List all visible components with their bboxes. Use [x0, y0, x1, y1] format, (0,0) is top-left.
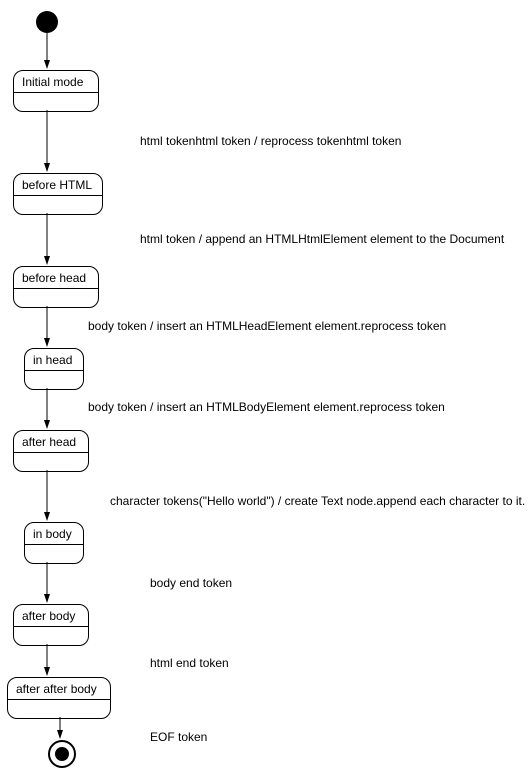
state-before-html: before HTML	[13, 173, 103, 215]
state-in-body: in body	[24, 522, 84, 564]
state-after-body: after body	[13, 604, 89, 646]
transition-label: html end token	[150, 656, 229, 670]
transition-label: body token / insert an HTMLBodyElement e…	[88, 400, 445, 414]
transition-label: character tokens("Hello world") / create…	[110, 494, 525, 508]
initial-pseudostate	[36, 11, 58, 33]
transition-label: body token / insert an HTMLHeadElement e…	[88, 319, 446, 333]
transition-label: html tokenhtml token / reprocess tokenht…	[140, 134, 401, 148]
state-before-head: before head	[13, 266, 99, 308]
state-after-after-body: after after body	[7, 677, 111, 719]
final-state	[48, 740, 76, 768]
state-label: after after body	[16, 682, 102, 699]
state-label: in body	[33, 527, 75, 544]
state-label: before HTML	[22, 178, 94, 195]
transition-label: body end token	[150, 576, 232, 590]
transition-label: EOF token	[150, 730, 207, 744]
transition-label: html token / append an HTMLHtmlElement e…	[140, 232, 504, 246]
state-in-head: in head	[24, 348, 84, 390]
state-label: after head	[22, 435, 80, 452]
state-initial-mode: Initial mode	[13, 70, 99, 112]
state-label: in head	[33, 353, 75, 370]
state-label: after body	[22, 609, 80, 626]
state-diagram: Initial mode before HTML before head in …	[0, 0, 532, 769]
state-after-head: after head	[13, 430, 89, 472]
state-label: Initial mode	[22, 75, 90, 92]
state-label: before head	[22, 271, 90, 288]
